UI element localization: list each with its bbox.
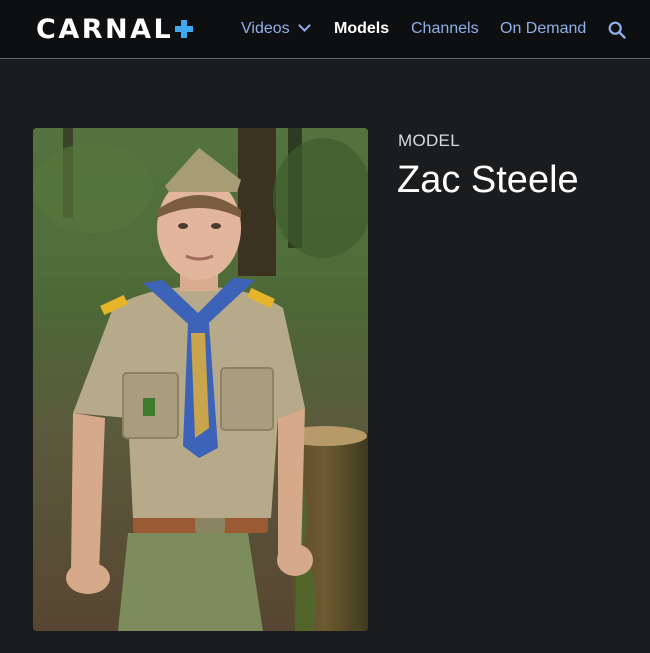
- search-icon[interactable]: [608, 21, 626, 39]
- nav-models[interactable]: Models: [334, 20, 389, 38]
- brand-wordmark: CARNAL: [36, 13, 174, 45]
- chevron-down-icon: [297, 19, 311, 32]
- carnal-plus-logo[interactable]: CARNAL: [36, 12, 194, 46]
- page-kicker: MODEL: [398, 131, 460, 150]
- plus-icon: [175, 20, 194, 38]
- nav-channels[interactable]: Channels: [411, 20, 479, 38]
- model-photo: [33, 128, 368, 631]
- model-name-heading: Zac Steele: [397, 159, 579, 201]
- nav-videos[interactable]: Videos: [241, 19, 311, 38]
- top-navigation-bar: CARNAL Videos Models Channels On Demand: [0, 0, 650, 59]
- nav-videos-label: Videos: [241, 20, 290, 37]
- nav-on-demand[interactable]: On Demand: [500, 20, 586, 38]
